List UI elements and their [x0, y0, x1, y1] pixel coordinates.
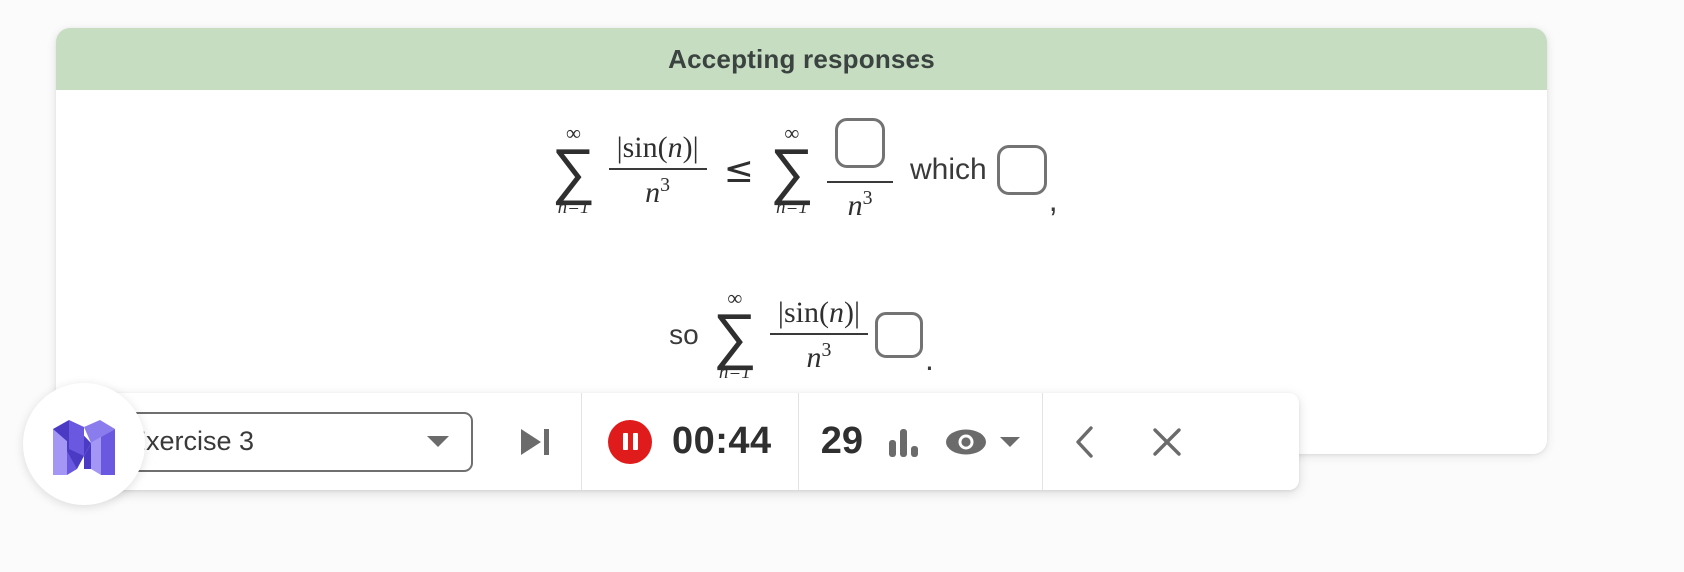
summation-1-lower-limit: n=1: [558, 198, 590, 217]
comma-punctuation: ,: [1049, 182, 1058, 223]
navigation-group: [1043, 393, 1209, 490]
summation-3-operator: ∑: [713, 307, 757, 364]
summation-3-lower-limit: n=1: [719, 363, 751, 382]
brand-logo-badge[interactable]: [23, 383, 145, 505]
fraction-1-numerator: |sin(n)|: [609, 131, 707, 168]
close-x-icon: [1150, 425, 1184, 459]
answer-blank-convergence-1[interactable]: [997, 145, 1047, 195]
pause-icon-bar-right: [633, 433, 638, 450]
equation-line-2: so ∞ ∑ n=1 |sin(n)| n3: [56, 270, 1547, 400]
fraction-2-numerator: [827, 118, 893, 181]
summation-3: ∞ ∑ n=1: [713, 288, 757, 381]
summation-2: ∞ ∑ n=1: [770, 123, 814, 216]
answer-blank-numerator[interactable]: [835, 118, 885, 168]
status-banner: Accepting responses: [56, 28, 1547, 90]
timer-group: 00:44: [582, 393, 798, 490]
fraction-2-denominator: n3: [840, 183, 881, 223]
pause-icon-bar-left: [623, 433, 628, 450]
app-root: Accepting responses ∞ ∑ n=1 |sin(n)|: [0, 0, 1684, 572]
previous-button[interactable]: [1057, 414, 1113, 470]
period-punctuation: .: [925, 341, 934, 382]
summation-1-operator: ∑: [551, 142, 595, 199]
fraction-2: n3: [827, 118, 893, 223]
fraction-3-numerator: |sin(n)|: [770, 296, 868, 333]
summation-2-lower-limit: n=1: [776, 198, 808, 217]
exercise-select[interactable]: Exercise 3: [102, 412, 473, 472]
question-card: Accepting responses ∞ ∑ n=1 |sin(n)|: [56, 28, 1547, 454]
word-so: so: [669, 319, 699, 351]
responses-group: 29: [799, 393, 1042, 490]
eye-icon: [944, 428, 988, 456]
pause-button[interactable]: [608, 420, 652, 464]
response-count: 29: [821, 420, 863, 463]
fraction-1-denominator: n3: [637, 170, 678, 210]
presenter-toolbar: Exercise 3 00:44 29: [66, 393, 1299, 490]
exercise-select-value: Exercise 3: [128, 426, 254, 457]
status-banner-title: Accepting responses: [668, 44, 935, 75]
summation-2-operator: ∑: [770, 142, 814, 199]
timer-value: 00:44: [672, 420, 772, 463]
answer-blank-convergence-2[interactable]: [875, 312, 923, 358]
skip-to-end-button[interactable]: [489, 393, 581, 490]
fraction-1: |sin(n)| n3: [609, 131, 707, 210]
mentimeter-logo-icon: [47, 407, 121, 481]
visibility-control[interactable]: [944, 428, 1020, 456]
chevron-down-icon: [427, 436, 449, 447]
fraction-3: |sin(n)| n3: [770, 296, 868, 375]
relation-less-equal: ≤: [724, 150, 754, 191]
chevron-left-icon: [1072, 424, 1098, 460]
chevron-down-icon-visibility: [1000, 437, 1020, 447]
equation-line-1: ∞ ∑ n=1 |sin(n)| n3: [56, 100, 1547, 240]
close-button[interactable]: [1139, 414, 1195, 470]
fraction-3-denominator: n3: [799, 335, 840, 375]
bar-chart-icon[interactable]: [889, 427, 918, 457]
skip-to-end-icon: [521, 429, 549, 455]
summation-1: ∞ ∑ n=1: [551, 123, 595, 216]
word-which: which: [910, 153, 987, 187]
